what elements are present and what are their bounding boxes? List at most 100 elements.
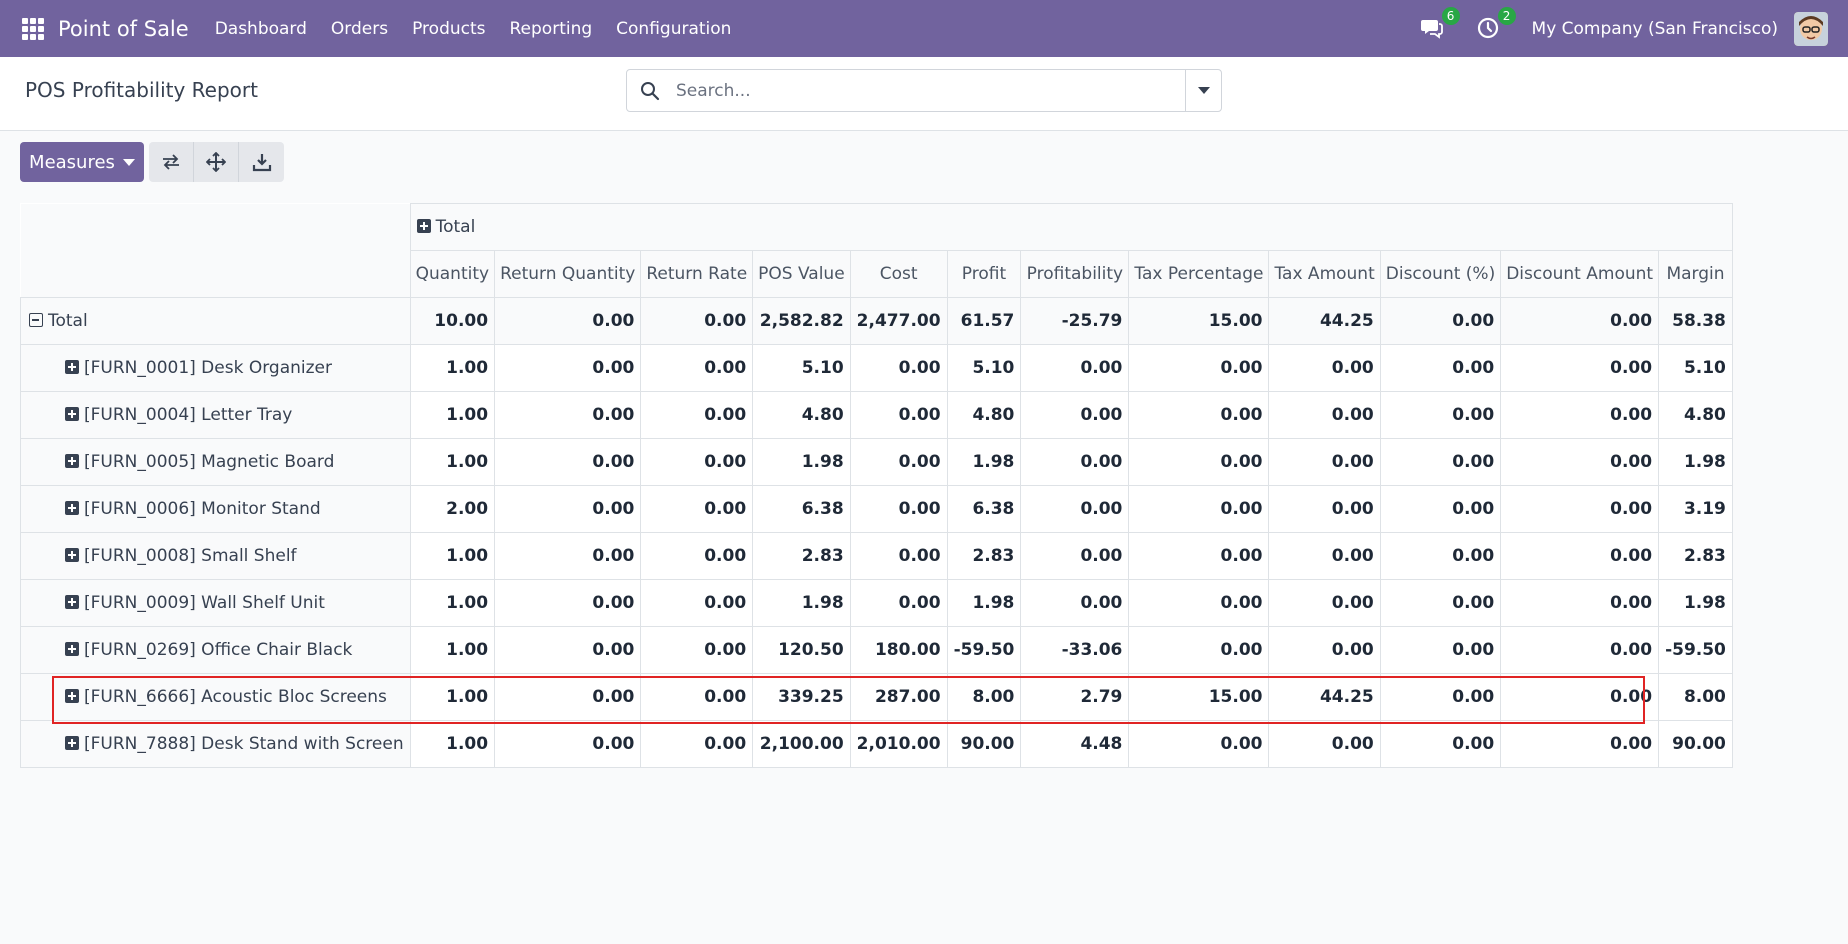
pivot-cell[interactable]: 0.00 <box>849 579 948 627</box>
pivot-cell[interactable]: 2.79 <box>1020 673 1130 721</box>
pivot-cell[interactable]: 0.00 <box>1020 579 1130 627</box>
activities-clock-icon[interactable]: 2 <box>1476 6 1516 42</box>
pivot-cell[interactable]: 0.00 <box>1379 485 1502 533</box>
pivot-cell[interactable]: 1.98 <box>1658 438 1733 486</box>
pivot-cell[interactable]: 90.00 <box>1658 720 1733 768</box>
measure-header-return-rate[interactable]: Return Rate <box>640 250 754 298</box>
pivot-cell[interactable]: 0.00 <box>1379 673 1502 721</box>
pivot-cell[interactable]: 0.00 <box>849 344 948 392</box>
pivot-cell[interactable]: 2.83 <box>752 532 851 580</box>
pivot-cell[interactable]: 0.00 <box>1268 391 1381 439</box>
menu-orders[interactable]: Orders <box>319 19 400 39</box>
pivot-cell[interactable]: 6.38 <box>752 485 851 533</box>
measure-header-margin[interactable]: Margin <box>1658 250 1733 298</box>
pivot-cell[interactable]: 0.00 <box>640 297 754 345</box>
pivot-cell[interactable]: 90.00 <box>946 720 1022 768</box>
row-header-product[interactable]: [FURN_0269] Office Chair Black <box>20 626 411 674</box>
pivot-cell[interactable]: -33.06 <box>1020 626 1130 674</box>
pivot-cell[interactable]: 0.00 <box>640 579 754 627</box>
pivot-cell[interactable]: 0.00 <box>494 720 642 768</box>
measure-header-pos-value[interactable]: POS Value <box>752 250 851 298</box>
pivot-cell[interactable]: 0.00 <box>1128 532 1270 580</box>
pivot-cell[interactable]: 44.25 <box>1268 673 1381 721</box>
pivot-cell[interactable]: 0.00 <box>1268 626 1381 674</box>
pivot-cell[interactable]: 0.00 <box>849 438 948 486</box>
pivot-cell[interactable]: 180.00 <box>849 626 948 674</box>
pivot-cell[interactable]: 4.80 <box>946 391 1022 439</box>
menu-reporting[interactable]: Reporting <box>498 19 605 39</box>
pivot-cell[interactable]: 0.00 <box>1268 579 1381 627</box>
user-avatar[interactable] <box>1794 11 1828 46</box>
pivot-cell[interactable]: 0.00 <box>1379 579 1502 627</box>
pivot-cell[interactable]: -59.50 <box>946 626 1022 674</box>
menu-configuration[interactable]: Configuration <box>604 19 743 39</box>
pivot-cell[interactable]: 2.83 <box>1658 532 1733 580</box>
pivot-cell[interactable]: 0.00 <box>1128 720 1270 768</box>
pivot-cell[interactable]: 0.00 <box>1020 485 1130 533</box>
pivot-cell[interactable]: 1.98 <box>1658 579 1733 627</box>
measure-header-cost[interactable]: Cost <box>849 250 948 298</box>
pivot-cell[interactable]: 1.00 <box>409 344 496 392</box>
pivot-cell[interactable]: 2.83 <box>946 532 1022 580</box>
pivot-cell[interactable]: 8.00 <box>1658 673 1733 721</box>
pivot-cell[interactable]: 0.00 <box>494 673 642 721</box>
pivot-cell[interactable]: 2.00 <box>409 485 496 533</box>
row-header-total[interactable]: Total <box>20 297 411 345</box>
row-header-product[interactable]: [FURN_0008] Small Shelf <box>20 532 411 580</box>
pivot-cell[interactable]: 0.00 <box>1020 391 1130 439</box>
pivot-cell[interactable]: 0.00 <box>1268 344 1381 392</box>
pivot-cell[interactable]: 0.00 <box>1500 344 1660 392</box>
pivot-cell[interactable]: 0.00 <box>494 579 642 627</box>
pivot-cell[interactable]: 0.00 <box>640 485 754 533</box>
row-header-product[interactable]: [FURN_0001] Desk Organizer <box>20 344 411 392</box>
search-input[interactable] <box>676 80 1156 101</box>
pivot-cell[interactable]: 120.50 <box>752 626 851 674</box>
pivot-cell[interactable]: 1.98 <box>752 438 851 486</box>
pivot-cell[interactable]: 0.00 <box>1500 438 1660 486</box>
pivot-cell[interactable]: 0.00 <box>1128 438 1270 486</box>
pivot-cell[interactable]: 0.00 <box>640 391 754 439</box>
measure-header-discount-percent[interactable]: Discount (%) <box>1379 250 1502 298</box>
pivot-cell[interactable]: 0.00 <box>1379 391 1502 439</box>
pivot-cell[interactable]: 0.00 <box>640 532 754 580</box>
pivot-cell[interactable]: 0.00 <box>1500 532 1660 580</box>
pivot-cell[interactable]: 0.00 <box>494 532 642 580</box>
pivot-cell[interactable]: 2,477.00 <box>849 297 948 345</box>
pivot-cell[interactable]: 0.00 <box>1379 344 1502 392</box>
pivot-cell[interactable]: 8.00 <box>946 673 1022 721</box>
pivot-cell[interactable]: 1.98 <box>946 438 1022 486</box>
measure-header-discount-amount[interactable]: Discount Amount <box>1500 250 1660 298</box>
pivot-cell[interactable]: 1.98 <box>946 579 1022 627</box>
pivot-cell[interactable]: 0.00 <box>1500 626 1660 674</box>
pivot-cell[interactable]: 0.00 <box>1379 297 1502 345</box>
pivot-cell[interactable]: 0.00 <box>1500 297 1660 345</box>
pivot-cell[interactable]: 0.00 <box>1020 438 1130 486</box>
pivot-cell[interactable]: 287.00 <box>849 673 948 721</box>
pivot-cell[interactable]: 1.00 <box>409 579 496 627</box>
pivot-cell[interactable]: 5.10 <box>752 344 851 392</box>
measure-header-profitability[interactable]: Profitability <box>1020 250 1130 298</box>
pivot-cell[interactable]: 1.00 <box>409 532 496 580</box>
pivot-cell[interactable]: 4.80 <box>752 391 851 439</box>
menu-products[interactable]: Products <box>400 19 497 39</box>
pivot-cell[interactable]: 0.00 <box>1128 579 1270 627</box>
row-header-product[interactable]: [FURN_0004] Letter Tray <box>20 391 411 439</box>
pivot-cell[interactable]: 44.25 <box>1268 297 1381 345</box>
pivot-cell[interactable]: 1.00 <box>409 438 496 486</box>
pivot-cell[interactable]: 0.00 <box>1128 391 1270 439</box>
pivot-cell[interactable]: 0.00 <box>1268 720 1381 768</box>
pivot-cell[interactable]: 0.00 <box>1500 720 1660 768</box>
pivot-cell[interactable]: 0.00 <box>1500 391 1660 439</box>
pivot-cell[interactable]: 0.00 <box>1379 720 1502 768</box>
pivot-cell[interactable]: 10.00 <box>409 297 496 345</box>
row-header-product[interactable]: [FURN_6666] Acoustic Bloc Screens <box>20 673 411 721</box>
pivot-cell[interactable]: 0.00 <box>1128 485 1270 533</box>
pivot-cell[interactable]: 0.00 <box>1020 532 1130 580</box>
pivot-cell[interactable]: 5.10 <box>946 344 1022 392</box>
pivot-cell[interactable]: 0.00 <box>849 532 948 580</box>
pivot-cell[interactable]: 1.00 <box>409 391 496 439</box>
flip-axis-button[interactable] <box>149 142 194 182</box>
messages-icon[interactable]: 6 <box>1420 6 1460 42</box>
measure-header-quantity[interactable]: Quantity <box>409 250 496 298</box>
search-options-toggle[interactable] <box>1185 70 1221 111</box>
